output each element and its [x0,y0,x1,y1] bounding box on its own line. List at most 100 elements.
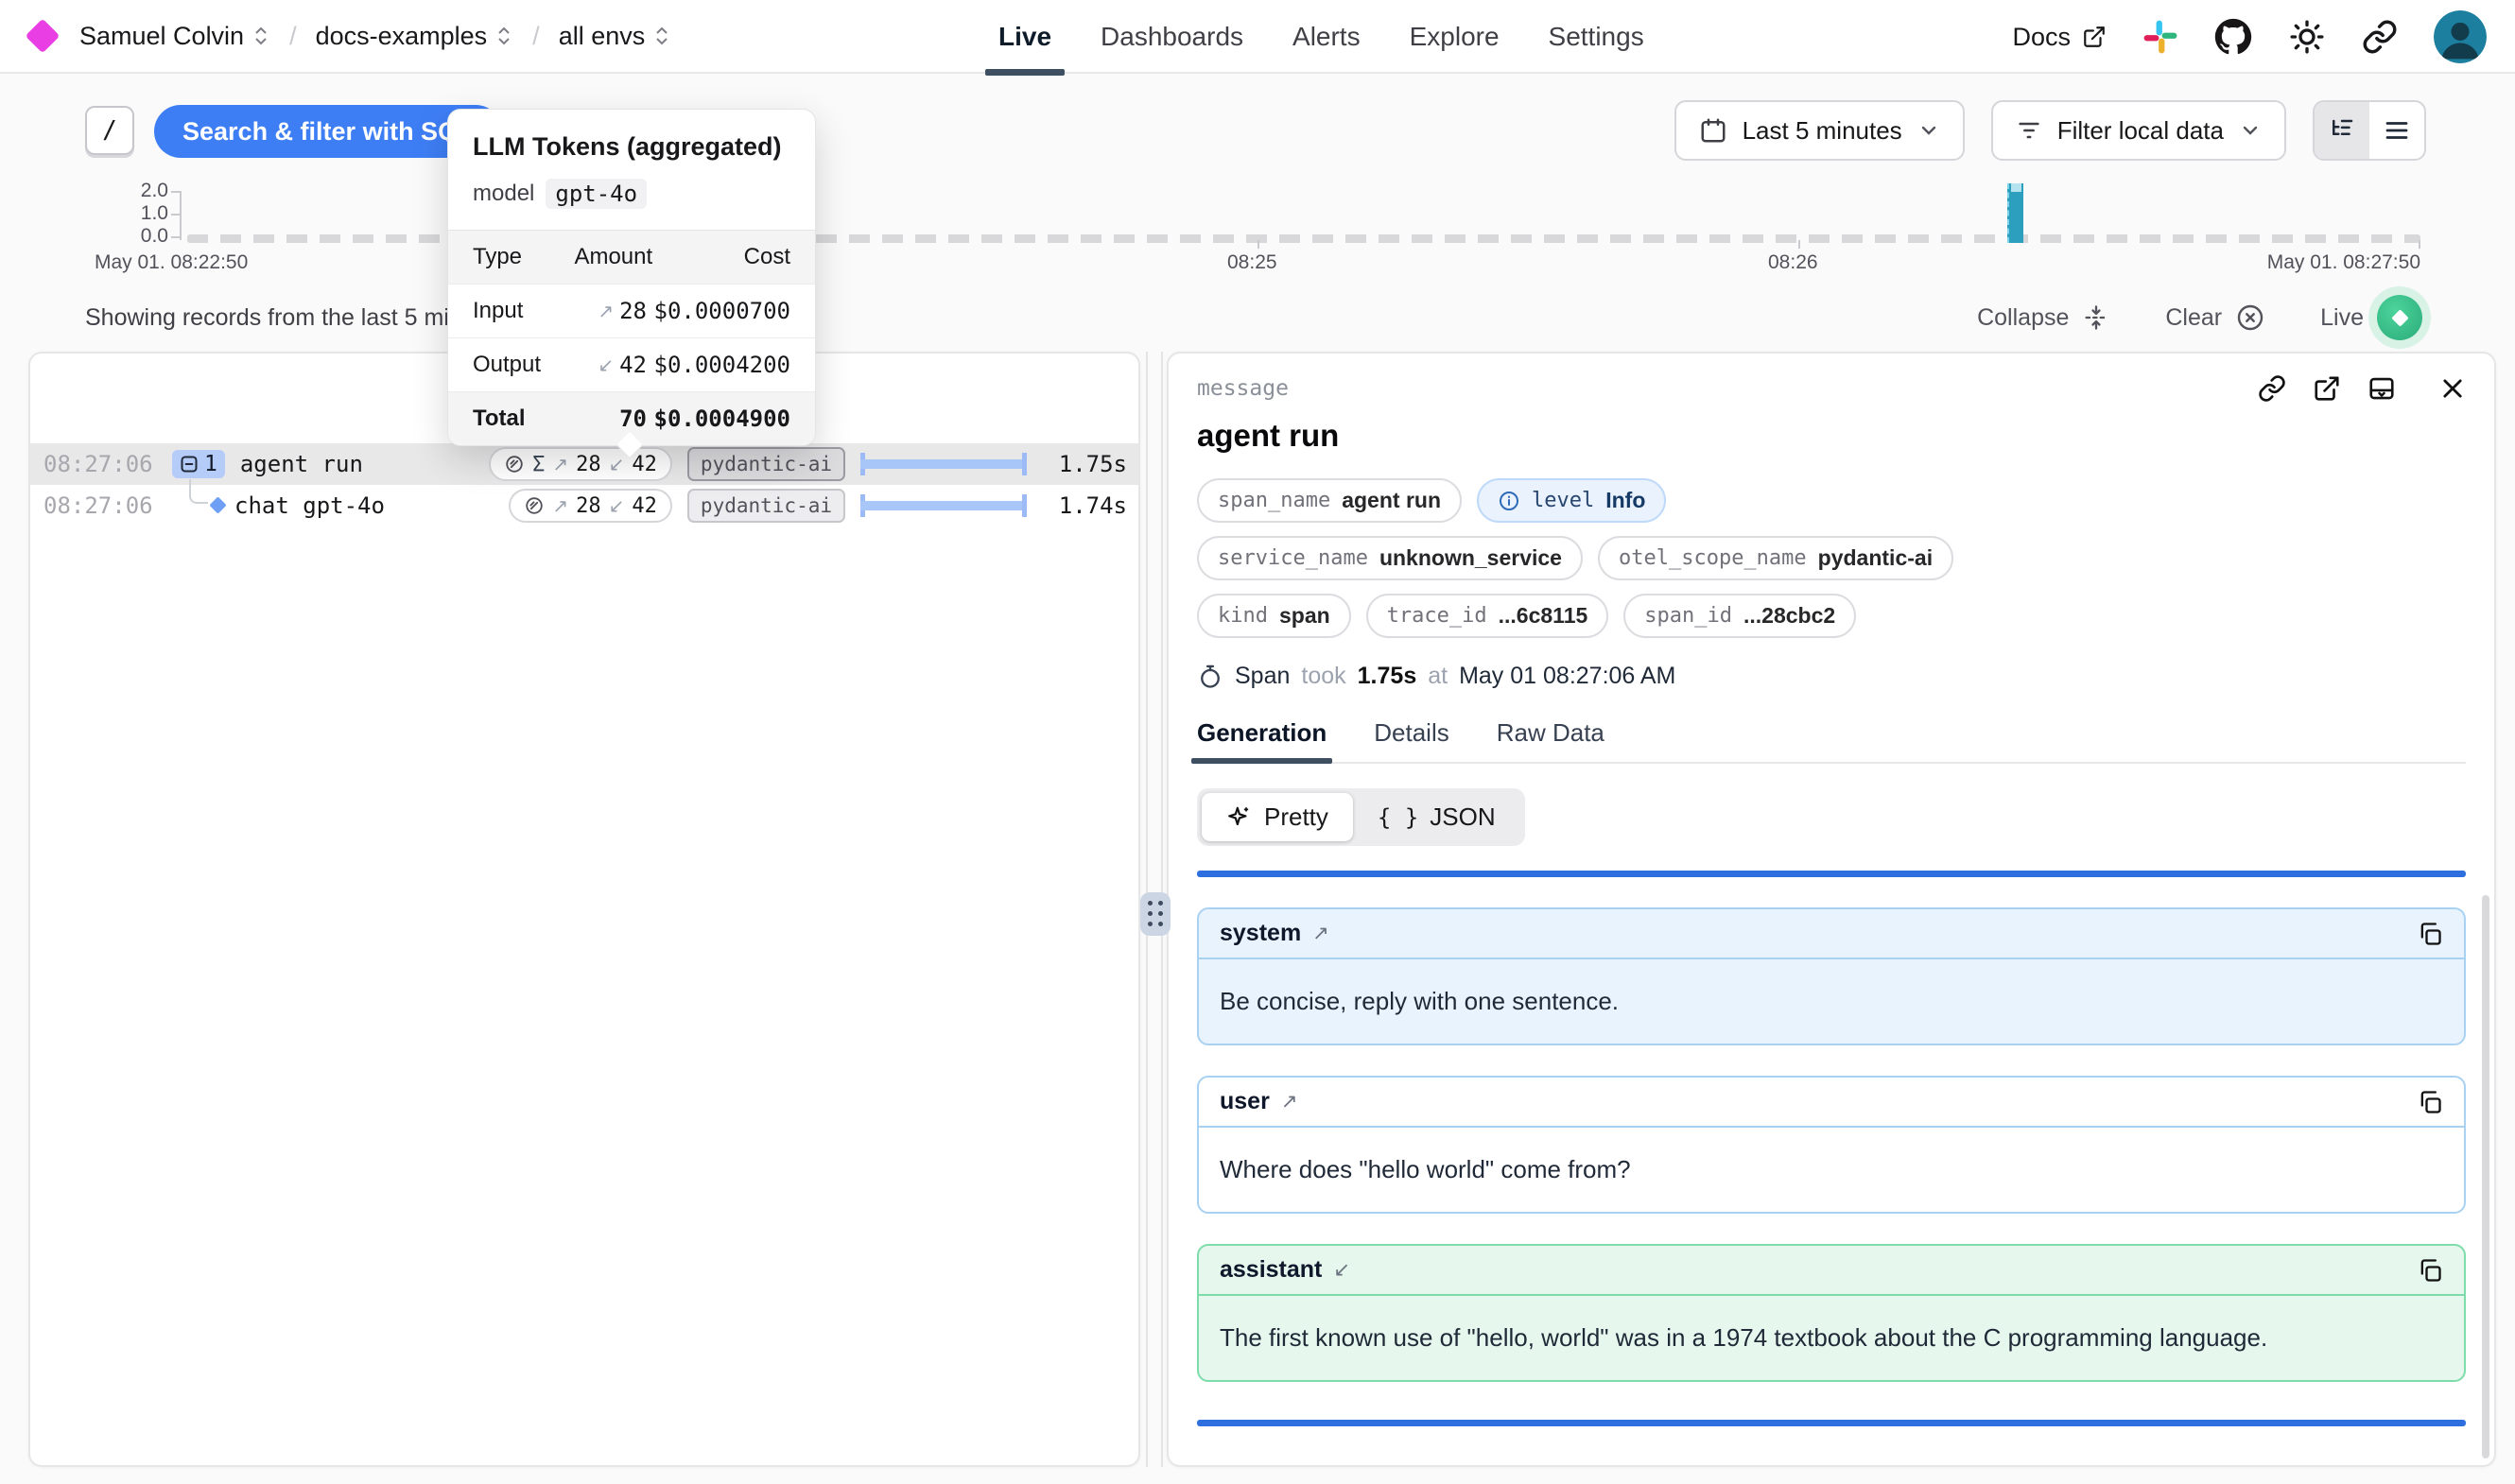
project-name: docs-examples [316,22,488,51]
pretty-view-button[interactable]: Pretty [1202,793,1353,841]
filter-local-data-button[interactable]: Filter local data [1991,100,2286,161]
clear-button[interactable]: Clear [2165,302,2265,333]
x-label-mid1: 08:25 [1227,251,1277,274]
nav-tab-live[interactable]: Live [974,0,1076,74]
env-name: all envs [559,22,646,51]
list-view-icon [2383,116,2411,145]
slash-shortcut-key[interactable]: / [85,106,134,155]
panel-resize-grip[interactable] [1140,892,1171,936]
y-tickmark [171,236,180,238]
y-tick-1: 1.0 [112,202,168,225]
logfire-logo-icon[interactable] [26,19,61,54]
detail-scrollbar[interactable] [2482,895,2489,1458]
x-tickmark [1798,240,1800,249]
span-name: agent run [240,451,363,477]
circle-x-icon [2235,302,2265,333]
assistant-message-text: The first known use of "hello, world" wa… [1199,1296,2464,1380]
y-tick-0: 0.0 [112,225,168,248]
tokens-coin-icon [524,495,545,516]
arrow-up-right-icon: ↗ [552,494,568,518]
copy-icon[interactable] [2417,1089,2443,1115]
breadcrumb-env[interactable]: all envs [559,22,672,51]
avatar[interactable] [2434,10,2487,63]
tab-details[interactable]: Details [1374,718,1448,762]
duration-bar [860,452,1027,476]
chevron-updown-icon [252,25,270,47]
showing-records-text: Showing records from the last 5 minutes [85,304,507,332]
nav-tab-explore[interactable]: Explore [1385,0,1524,74]
chevron-updown-icon [652,25,671,47]
pill-level[interactable]: levelInfo [1477,478,1666,523]
x-label-start: May 01. 08:22:50 [95,251,248,274]
header-actions: Docs [2012,0,2487,74]
nav-tab-dashboards[interactable]: Dashboards [1076,0,1268,74]
tab-raw-data[interactable]: Raw Data [1497,718,1604,762]
breadcrumb-org[interactable]: Samuel Colvin [79,22,270,51]
pill-service-name[interactable]: service_nameunknown_service [1197,536,1583,580]
y-axis [180,191,182,240]
chevron-down-icon [1917,119,1940,142]
status-row: Showing records from the last 5 minutes … [85,295,2422,340]
collapse-count-badge[interactable]: 1 [172,450,225,478]
logfire-app: Samuel Colvin / docs-examples / all envs… [0,0,2515,1484]
histogram-spike-bar[interactable] [2007,183,2023,243]
pill-kind[interactable]: kindspan [1197,594,1351,638]
breadcrumb-project[interactable]: docs-examples [316,22,514,51]
llm-tokens-tooltip: LLM Tokens (aggregated) model gpt-4o Typ… [447,109,816,446]
copy-link-icon[interactable] [2258,374,2286,403]
sigma-icon: Σ [532,453,545,476]
pill-trace-id[interactable]: trace_id...6c8115 [1366,594,1609,638]
docs-link[interactable]: Docs [2012,23,2107,52]
tree-view-button[interactable] [2315,102,2369,159]
github-icon[interactable] [2214,18,2252,56]
message-assistant: assistant↙ The first known use of "hello… [1197,1244,2466,1382]
tag-pydantic-ai[interactable]: pydantic-ai [687,447,845,481]
tokens-row-input: Input ↗28 $0.0000700 [448,285,815,338]
pill-span-name[interactable]: span_nameagent run [1197,478,1462,523]
model-value: gpt-4o [546,179,647,209]
arrow-down-left-icon: ↙ [1333,1258,1350,1282]
list-view-button[interactable] [2369,102,2424,159]
system-message-text: Be concise, reply with one sentence. [1199,959,2464,1044]
tag-pydantic-ai[interactable]: pydantic-ai [687,489,845,523]
trace-row-chat-gpt4o[interactable]: 08:27:06 chat gpt-4o ↗28 ↙42 pydantic-ai… [30,485,1138,526]
col-type: Type [473,244,574,270]
arrow-up-right-icon: ↗ [1312,922,1329,945]
theme-sun-icon[interactable] [2288,18,2326,56]
y-tickmark [171,191,180,193]
nav-tab-alerts[interactable]: Alerts [1268,0,1385,74]
records-histogram[interactable]: 2.0 1.0 0.0 May 01. 08:22:50 08:25 08:26… [0,180,2515,285]
toolbar: / Search & filter with SQL Last 5 minute… [0,100,2515,166]
nav-tab-settings[interactable]: Settings [1524,0,1669,74]
copy-icon[interactable] [2417,1257,2443,1284]
time-range-button[interactable]: Last 5 minutes [1674,100,1965,161]
dock-bottom-icon[interactable] [2368,374,2396,403]
close-icon[interactable] [2439,375,2466,402]
breadcrumb-separator: / [532,22,540,51]
scroll-rule-bottom [1197,1420,2466,1426]
live-toggle[interactable]: Live [2320,295,2422,340]
tooltip-title: LLM Tokens (aggregated) [473,132,790,162]
live-indicator-icon[interactable] [2377,295,2422,340]
tab-generation[interactable]: Generation [1197,718,1327,762]
json-view-button[interactable]: { } JSON [1353,793,1520,841]
arrow-down-left-icon: ↙ [609,494,625,518]
pill-otel-scope-name[interactable]: otel_scope_namepydantic-ai [1598,536,1953,580]
tokens-coin-icon [504,454,525,475]
row-timestamp: 08:27:06 [43,451,153,477]
tokens-row-output: Output ↙42 $0.0004200 [448,338,815,392]
share-link-icon[interactable] [2362,19,2398,55]
record-kind-label: message [1197,376,1289,401]
span-diamond-icon [209,496,226,513]
span-detail-panel: message agent run span_namea [1167,352,2496,1467]
x-tickmark [2419,240,2420,249]
pill-span-id[interactable]: span_id...28cbc2 [1623,594,1856,638]
trace-list-panel: No older records 08:27:06 1 agent run Σ … [28,352,1140,1467]
arrow-up-right-icon: ↗ [552,453,568,476]
copy-icon[interactable] [2417,921,2443,947]
open-external-icon[interactable] [2313,374,2341,403]
external-link-icon [2082,25,2107,49]
x-tickmark [1258,240,1259,249]
collapse-button[interactable]: Collapse [1977,303,2110,332]
slack-icon[interactable] [2142,19,2178,55]
